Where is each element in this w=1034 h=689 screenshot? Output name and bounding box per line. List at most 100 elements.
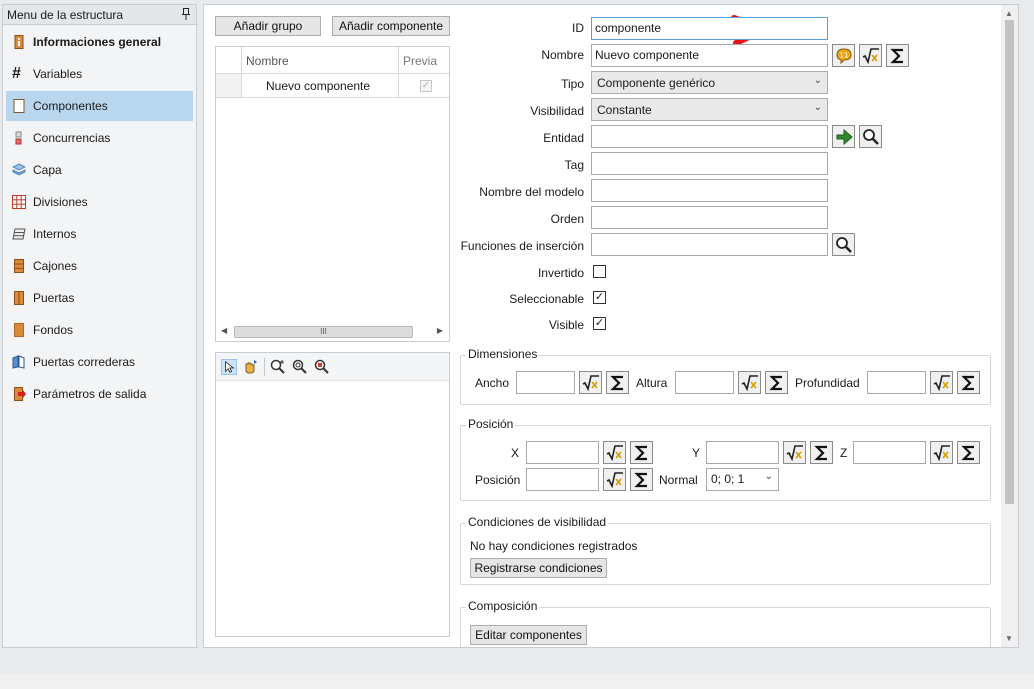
y-field[interactable] (706, 441, 779, 464)
dimensiones-group: Dimensiones Ancho Altura Profundidad (460, 347, 991, 405)
sidebar-item-label: Divisiones (33, 195, 88, 209)
registrarse-condiciones-button[interactable]: Registrarse condiciones (470, 558, 607, 578)
zoom-in-icon[interactable] (270, 359, 286, 375)
sidebar-item-componentes[interactable]: Componentes (6, 91, 193, 121)
seleccionable-checkbox[interactable]: ✓ (593, 291, 606, 304)
altura-field[interactable] (675, 371, 734, 394)
normal-label: Normal (659, 473, 698, 487)
funciones-insercion-field[interactable] (591, 233, 828, 256)
profundidad-sum-button[interactable] (957, 371, 980, 394)
sidebar-item-parametros-de-salida[interactable]: Parámetros de salida (6, 379, 193, 409)
pin-icon[interactable] (182, 8, 190, 20)
condiciones-visibilidad-group: Condiciones de visibilidad No hay condic… (460, 515, 991, 585)
visibilidad-select[interactable]: Constante ⌄ (591, 98, 828, 121)
component-editor-panel: Añadir grupo Añadir componente Nombre Pr… (203, 4, 1019, 648)
add-component-button[interactable]: Añadir componente (332, 16, 450, 36)
condiciones-title: Condiciones de visibilidad (466, 515, 609, 529)
sidebar-item-concurrencias[interactable]: Concurrencias (6, 123, 193, 153)
sidebar-item-internos[interactable]: Internos (6, 219, 193, 249)
profundidad-label: Profundidad (795, 376, 860, 390)
funciones-search-button[interactable] (832, 233, 855, 256)
scroll-down-icon[interactable]: ▼ (1005, 634, 1013, 643)
sliding-door-icon (12, 355, 25, 369)
tag-label: Tag (564, 158, 584, 172)
id-field[interactable]: componente (591, 17, 828, 40)
z-sum-button[interactable] (957, 441, 980, 464)
visible-checkbox[interactable]: ✓ (593, 317, 606, 330)
select-pointer-icon[interactable] (221, 359, 237, 375)
ancho-formula-button[interactable] (579, 371, 602, 394)
table-row[interactable]: Nuevo componente ✓ (216, 74, 449, 98)
sidebar-item-informaciones-general[interactable]: Informaciones general (6, 27, 193, 57)
pan-hand-icon[interactable] (242, 359, 258, 375)
x-label: X (511, 446, 520, 460)
sidebar-item-divisiones[interactable]: Divisiones (6, 187, 193, 217)
entidad-go-button[interactable] (832, 125, 855, 148)
preview-toolbar (216, 353, 449, 381)
scroll-thumb[interactable]: III (234, 326, 413, 338)
sqrt-formula-icon (786, 444, 803, 461)
entidad-field[interactable] (591, 125, 828, 148)
form-vertical-scrollbar[interactable]: ▲ ▼ (1001, 5, 1018, 647)
ancho-field[interactable] (516, 371, 575, 394)
nombre-label: Nombre (541, 48, 584, 62)
sidebar-item-puertas[interactable]: Puertas (6, 283, 193, 313)
sidebar-item-cajones[interactable]: Cajones (6, 251, 193, 281)
sigma-icon (633, 472, 647, 487)
add-group-button[interactable]: Añadir grupo (215, 16, 321, 36)
x-formula-button[interactable] (603, 441, 626, 464)
altura-sum-button[interactable] (765, 371, 788, 394)
nombre-modelo-field[interactable] (591, 179, 828, 202)
zoom-window-icon[interactable] (314, 359, 330, 375)
preview-checkbox[interactable]: ✓ (420, 80, 432, 92)
tipo-label: Tipo (561, 77, 584, 91)
nombre-sum-button[interactable] (886, 44, 909, 67)
x-sum-button[interactable] (630, 441, 653, 464)
sidebar-item-variables[interactable]: # Variables (6, 59, 193, 89)
sqrt-formula-icon (862, 47, 879, 64)
z-field[interactable] (853, 441, 926, 464)
3d-preview-panel[interactable] (215, 352, 450, 637)
profundidad-formula-button[interactable] (930, 371, 953, 394)
translate-button[interactable]: 11 (832, 44, 855, 67)
tag-field[interactable] (591, 152, 828, 175)
y-sum-button[interactable] (810, 441, 833, 464)
scroll-left-icon[interactable]: ◀ (221, 326, 227, 335)
back-panel-icon (14, 323, 24, 337)
scroll-thumb[interactable] (1005, 20, 1014, 504)
invertido-checkbox[interactable] (593, 265, 606, 278)
component-icon (13, 99, 25, 113)
chevron-down-icon: ⌄ (764, 471, 773, 482)
ancho-sum-button[interactable] (606, 371, 629, 394)
altura-formula-button[interactable] (738, 371, 761, 394)
sidebar-item-capa[interactable]: Capa (6, 155, 193, 185)
sigma-icon (768, 375, 782, 390)
y-formula-button[interactable] (783, 441, 806, 464)
posicion-field[interactable] (526, 468, 599, 491)
sigma-icon (609, 375, 623, 390)
chevron-down-icon: ⌄ (813, 102, 822, 113)
profundidad-field[interactable] (867, 371, 926, 394)
normal-select[interactable]: 0; 0; 1 ⌄ (706, 468, 779, 491)
orden-field[interactable] (591, 206, 828, 229)
row-header[interactable] (216, 74, 242, 97)
entidad-search-button[interactable] (859, 125, 882, 148)
svg-text:11: 11 (839, 51, 848, 59)
sidebar-item-fondos[interactable]: Fondos (6, 315, 193, 345)
nombre-formula-button[interactable] (859, 44, 882, 67)
scroll-up-icon[interactable]: ▲ (1005, 9, 1013, 18)
tipo-select[interactable]: Componente genérico ⌄ (591, 71, 828, 94)
x-field[interactable] (526, 441, 599, 464)
z-formula-button[interactable] (930, 441, 953, 464)
concurrency-icon (15, 131, 22, 145)
sidebar-item-puertas-correderas[interactable]: Puertas correderas (6, 347, 193, 377)
nombre-field[interactable]: Nuevo componente (591, 44, 828, 67)
posicion-formula-button[interactable] (603, 468, 626, 491)
zoom-extents-icon[interactable] (292, 359, 308, 375)
altura-label: Altura (636, 376, 668, 390)
posicion-sum-button[interactable] (630, 468, 653, 491)
grid-horizontal-scrollbar[interactable]: ◀ III ▶ (218, 325, 447, 339)
editar-componentes-button[interactable]: Editar componentes (470, 625, 587, 645)
row-name-cell[interactable]: Nuevo componente (242, 74, 399, 97)
column-header-nombre[interactable]: Nombre (242, 47, 399, 73)
